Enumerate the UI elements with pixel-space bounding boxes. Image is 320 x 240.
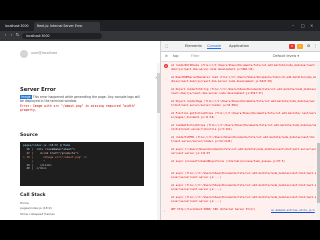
console-stack-line[interactable]: at ReactDOMServerRenderer.read (file:///… — [171, 76, 317, 83]
call-stack-label: Call Stack — [20, 193, 46, 198]
expand-chevron-icon[interactable]: › — [164, 209, 165, 213]
tab-label: Next.js: Internal Server Error — [37, 24, 83, 28]
devtools-panel: ⬚ Elements Console Application 2 1 ⚙ ⋮ ⊘… — [160, 41, 320, 220]
more-options-icon[interactable]: ⋮ — [314, 44, 318, 48]
show-collapsed-frames-button[interactable]: Show collapsed frames — [20, 212, 55, 216]
browser-tab-2[interactable]: Next.js: Internal Server Error — [34, 22, 100, 31]
minimize-button[interactable]: – — [292, 22, 294, 29]
warning-count-badge[interactable]: 1 — [297, 43, 303, 49]
console-stack-line[interactable]: at loadGetInitialProps (file:///C:/Users… — [171, 124, 317, 131]
letterbox-bottom — [0, 220, 320, 240]
console-stack-line[interactable]: at Object.renderPage (file:///C:/Users/S… — [171, 100, 317, 107]
console-stack-line[interactable]: at async C:\Users\Shaun\Documents\tuts\c… — [171, 148, 317, 155]
tab-elements[interactable]: Elements — [185, 44, 202, 48]
context-selector[interactable]: top — [173, 54, 179, 58]
address-bar[interactable]: localhost:3000 — [22, 33, 102, 39]
header-user: user@localhost — [31, 51, 58, 55]
error-detail: Error: Image with src "/about.png" is mi… — [20, 104, 136, 112]
error-count-badge[interactable]: 2 — [289, 43, 295, 49]
clear-console-icon[interactable]: ⊘ — [165, 54, 168, 58]
tab-console[interactable]: Console — [207, 44, 222, 49]
filter-input[interactable]: Filter — [191, 54, 199, 58]
browser-tab-1[interactable]: localhost:3000 — [2, 22, 34, 31]
maximize-button[interactable]: □ — [301, 22, 305, 29]
error-message: This error happened while generating the… — [20, 95, 140, 103]
stack-frame-location[interactable]: pages/index.js (18:9) — [20, 206, 52, 210]
console-stack-line[interactable]: at renderToHTML (file:///C:/Users/Shaun/… — [171, 136, 317, 143]
console-stack-line[interactable]: at Function.getInitialProps (file:///C:/… — [171, 112, 317, 119]
error-page: user@localhost × Server Error Image This… — [0, 41, 160, 220]
console-stack-line[interactable]: at async (file:///C:/Users/Shaun/Documen… — [171, 172, 317, 179]
stack-frame-function: Home — [20, 201, 29, 205]
letterbox-top — [0, 0, 320, 20]
console-stack-line[interactable]: at renderWithHooks (file:///C:/Users/Sha… — [171, 64, 317, 71]
code-line: 20 | </div> — [23, 166, 47, 171]
levels-dropdown[interactable]: Default levels ▾ — [273, 54, 299, 58]
close-window-button[interactable]: × — [310, 22, 313, 29]
source-label: Source — [20, 133, 38, 138]
console-stack-line[interactable]: at async processTicksAndRejections (inte… — [171, 160, 317, 164]
forward-icon[interactable]: › — [9, 33, 14, 39]
console-stack-line[interactable]: at Object.renderToString (file:///C:/Use… — [171, 88, 317, 95]
console-source-link[interactable]: on-demand-entries-utils.js:1 — [271, 209, 317, 213]
settings-gear-icon[interactable]: ⚙ — [307, 44, 310, 48]
reload-icon[interactable]: ↻ — [15, 33, 20, 39]
back-icon[interactable]: ‹ — [3, 33, 8, 39]
tab-application[interactable]: Application — [229, 44, 249, 48]
devtools-tab-bar: ⬚ Elements Console Application 2 1 ⚙ ⋮ — [161, 41, 320, 52]
screen: localhost:3000 Next.js: Internal Server … — [0, 20, 320, 220]
error-summary: Server Error Image This error happened w… — [20, 87, 144, 112]
error-description: Image This error happened while generati… — [20, 95, 144, 103]
code-frame: pages/index.js (18:9) @ Home 16 | <div c… — [20, 142, 144, 186]
page-header: user@localhost — [20, 47, 160, 61]
url-text: localhost:3000 — [26, 34, 50, 38]
console-output: × › at renderWithHooks (file:///C:/Users… — [161, 62, 320, 220]
tab-strip: localhost:3000 Next.js: Internal Server … — [0, 20, 320, 31]
tab-label: localhost:3000 — [5, 24, 29, 28]
console-stack-line[interactable]: at async (file:///C:/Users/Shaun/Documen… — [171, 184, 317, 191]
console-stack-line[interactable]: at async (file:///C:/Users/Shaun/Documen… — [171, 196, 317, 203]
error-icon: × — [164, 64, 168, 68]
devtools-inspect-icon[interactable]: ⬚ — [165, 44, 168, 48]
address-row: ‹ › ↻ localhost:3000 — [0, 31, 320, 41]
logo-icon — [20, 50, 28, 58]
console-toolbar: ⊘ top Filter Default levels ▾ — [161, 52, 320, 62]
error-title: Server Error — [20, 87, 56, 93]
